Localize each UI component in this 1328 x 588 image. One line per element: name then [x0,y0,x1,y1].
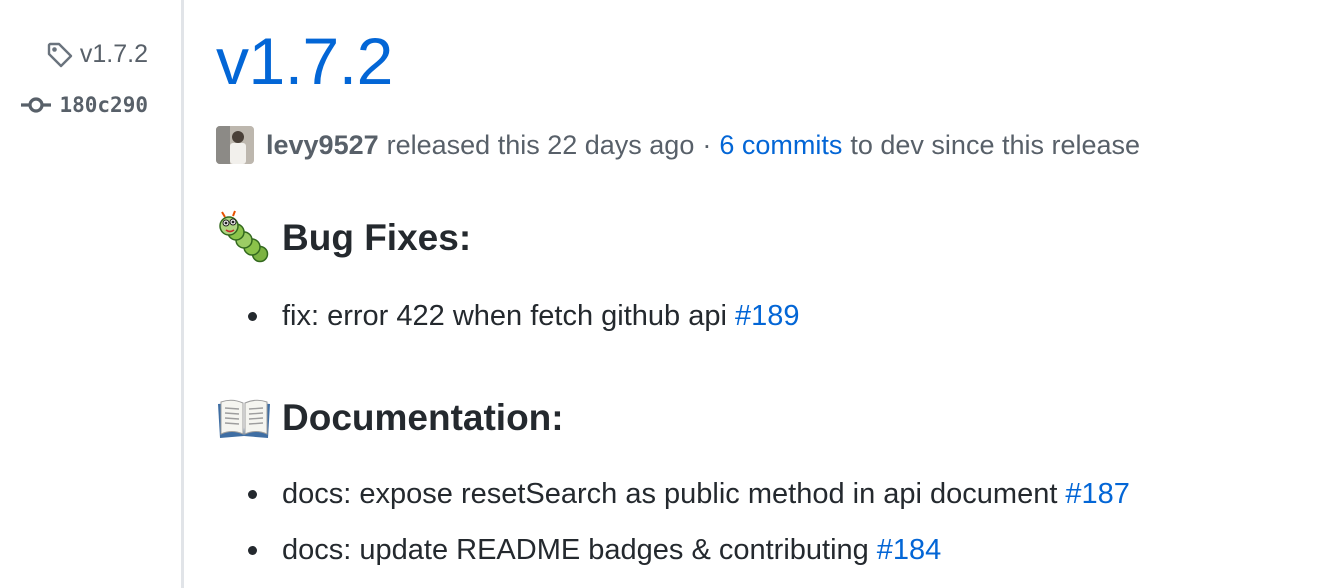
bullet [248,490,257,499]
list-item-text: fix: error 422 when fetch github api [282,300,727,332]
commit-icon [21,97,52,113]
commit-link[interactable]: 180c290 [21,93,148,117]
caterpillar-icon [219,210,269,263]
list-item: fix: error 422 when fetch github api #18… [248,300,799,333]
tag-label: v1.7.2 [79,40,148,68]
list-item-text: docs: expose resetSearch as public metho… [282,478,1058,510]
release-title[interactable]: v1.7.2 [216,28,393,94]
commits-suffix: to dev since this release [850,129,1141,160]
avatar[interactable] [216,126,254,164]
documentation-heading: Documentation: [216,390,564,446]
author-link[interactable]: levy9527 [266,130,379,161]
bullet [248,546,257,555]
issue-link[interactable]: #184 [877,534,942,567]
sidebar-divider [181,0,184,588]
released-text: released this 22 days ago [386,129,695,160]
list-item: docs: update README badges & contributin… [248,534,941,567]
separator: · [702,129,712,160]
issue-link[interactable]: #189 [735,300,800,333]
bug-fixes-heading: Bug Fixes: [216,210,471,266]
bug-fixes-heading-text: Bug Fixes: [282,217,472,258]
list-item-text: docs: update README badges & contributin… [282,534,869,566]
commit-sha: 180c290 [59,93,148,117]
bullet [248,312,257,321]
tag-icon [47,42,73,67]
commits-link[interactable]: 6 commits [719,130,842,161]
issue-link[interactable]: #187 [1065,478,1130,511]
tag-link[interactable]: v1.7.2 [46,40,148,69]
open-book-icon [218,399,270,438]
documentation-heading-text: Documentation: [282,397,564,438]
list-item: docs: expose resetSearch as public metho… [248,478,1130,511]
release-meta: levy9527 released this 22 days ago · 6 c… [216,126,1140,164]
